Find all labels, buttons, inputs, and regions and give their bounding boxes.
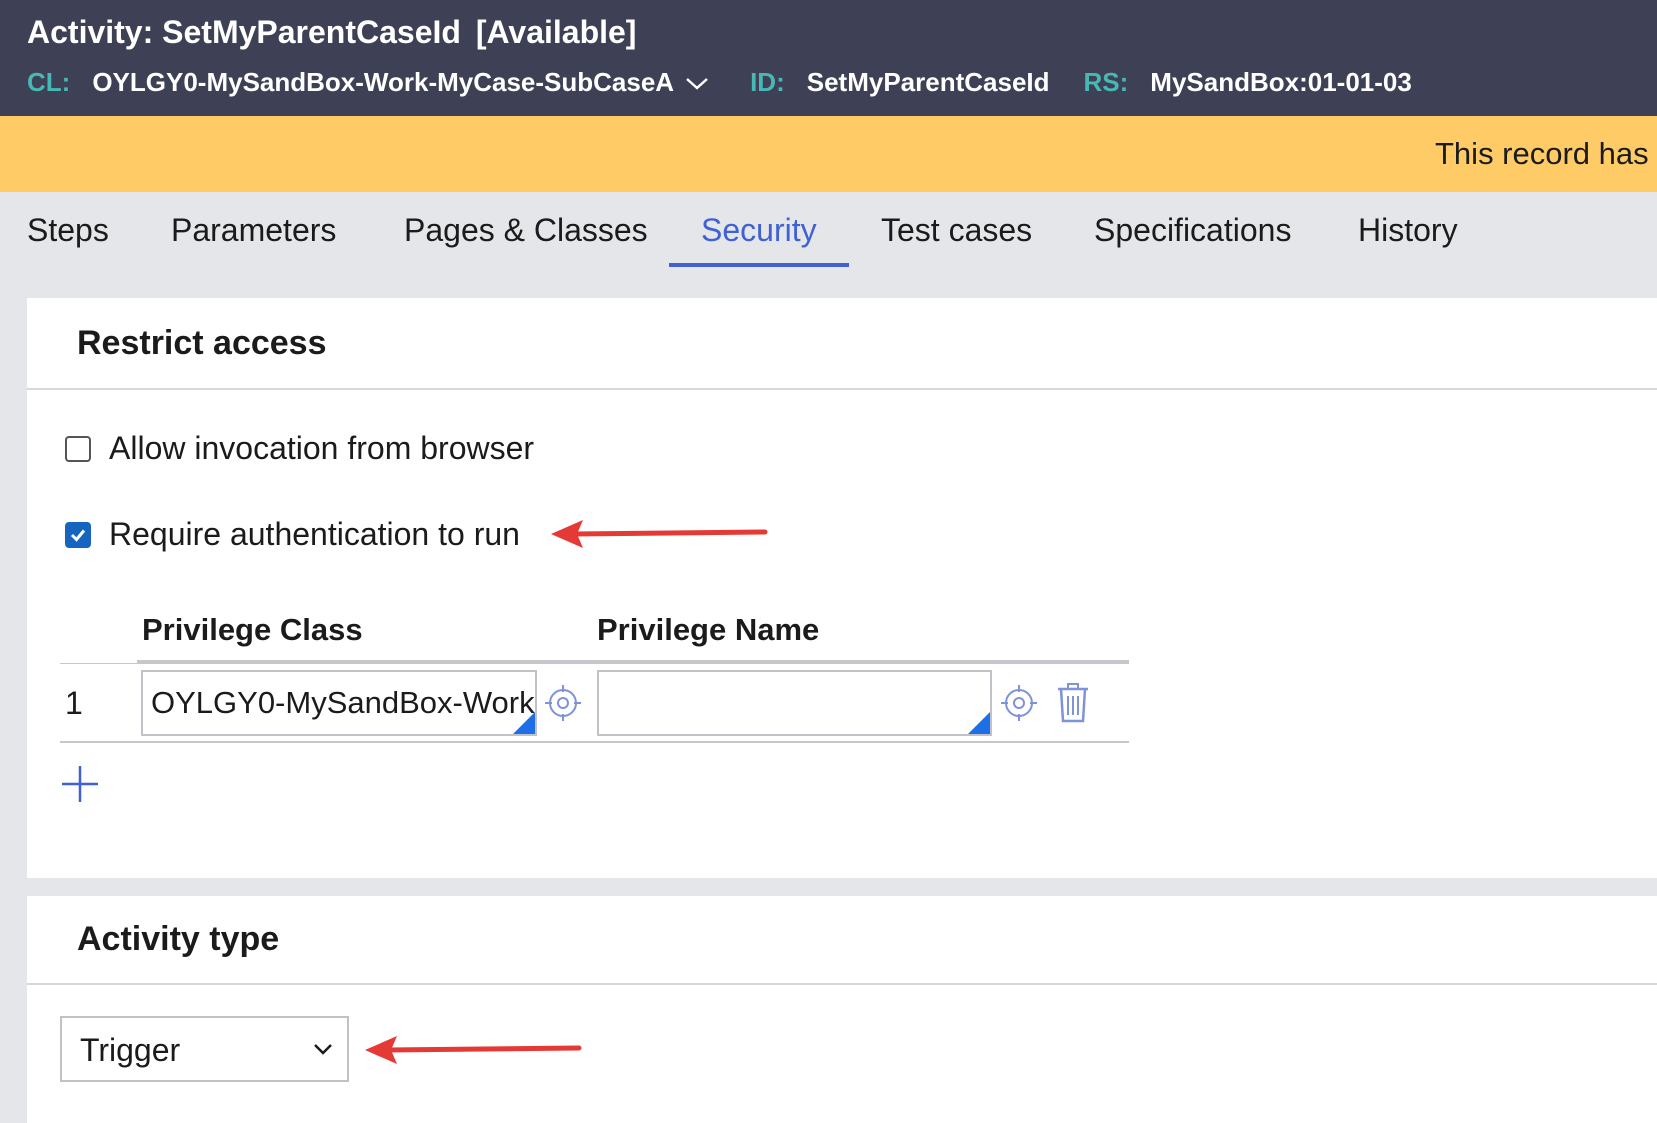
table-row-top-border	[60, 663, 1129, 664]
chevron-down-icon[interactable]	[684, 73, 710, 93]
rs-label: RS:	[1083, 67, 1129, 97]
chevron-down-icon	[314, 1044, 332, 1055]
allow-browser-label: Allow invocation from browser	[109, 430, 535, 466]
privilege-class-input[interactable]: OYLGY0-MySandBox-Work	[141, 670, 537, 736]
tab-pages-classes[interactable]: Pages & Classes	[404, 212, 648, 249]
allow-browser-checkbox[interactable]	[65, 435, 91, 462]
id-label: ID:	[750, 67, 785, 97]
activity-type-value: Trigger	[80, 1032, 181, 1068]
tab-parameters[interactable]: Parameters	[171, 212, 336, 249]
section-divider	[27, 983, 1657, 985]
id-value: SetMyParentCaseId	[806, 67, 1050, 97]
title-name: SetMyParentCaseId	[162, 14, 461, 50]
privilege-name-input[interactable]	[597, 670, 992, 736]
tab-steps[interactable]: Steps	[27, 212, 109, 249]
notice-banner: This record has	[0, 116, 1657, 192]
section-title: Activity type	[77, 920, 280, 958]
cl-value[interactable]: OYLGY0-MySandBox-Work-MyCase-SubCaseA	[92, 67, 674, 98]
plus-icon[interactable]	[60, 764, 100, 804]
red-arrow-annotation	[365, 1036, 582, 1064]
title-status: [Available]	[475, 14, 637, 50]
rule-meta: CL: OYLGY0-MySandBox-Work-MyCase-SubCase…	[27, 67, 1412, 98]
rule-header: Activity: SetMyParentCaseId [Available] …	[0, 0, 1657, 116]
header-privilege-name: Privilege Name	[597, 612, 820, 647]
tab-history[interactable]: History	[1358, 212, 1458, 249]
autocomplete-corner-icon	[513, 712, 535, 734]
header-privilege-class: Privilege Class	[142, 612, 363, 647]
target-icon[interactable]	[1000, 684, 1038, 722]
banner-text: This record has	[1435, 136, 1649, 171]
cl-label: CL:	[27, 67, 71, 97]
tab-security[interactable]: Security	[701, 212, 817, 249]
tab-specifications[interactable]: Specifications	[1094, 212, 1291, 249]
target-icon[interactable]	[544, 684, 582, 722]
row-number: 1	[65, 685, 83, 721]
red-arrow-annotation	[551, 520, 768, 548]
require-auth-label: Require authentication to run	[109, 516, 520, 552]
allow-browser-row: Allow invocation from browser	[65, 430, 534, 467]
autocomplete-corner-icon	[968, 712, 990, 734]
active-tab-indicator	[669, 263, 849, 267]
privilege-class-value: OYLGY0-MySandBox-Work	[151, 685, 535, 720]
title-prefix: Activity:	[27, 14, 154, 50]
rule-title: Activity: SetMyParentCaseId [Available]	[27, 14, 636, 51]
tab-test-cases[interactable]: Test cases	[881, 212, 1032, 249]
require-auth-row: Require authentication to run	[65, 516, 520, 553]
activity-type-section: Activity type Trigger	[27, 896, 1657, 1123]
rs-value: MySandBox:01-01-03	[1150, 67, 1412, 97]
check-icon	[70, 529, 86, 542]
rule-tabs: Steps Parameters Pages & Classes Securit…	[0, 192, 1657, 272]
section-divider	[27, 388, 1657, 390]
restrict-access-section: Restrict access Allow invocation from br…	[27, 298, 1657, 878]
trash-icon[interactable]	[1054, 682, 1092, 724]
table-row-bottom-border	[60, 741, 1129, 743]
section-title: Restrict access	[77, 324, 327, 362]
require-auth-checkbox[interactable]	[65, 521, 91, 548]
activity-type-select[interactable]: Trigger	[60, 1016, 349, 1082]
